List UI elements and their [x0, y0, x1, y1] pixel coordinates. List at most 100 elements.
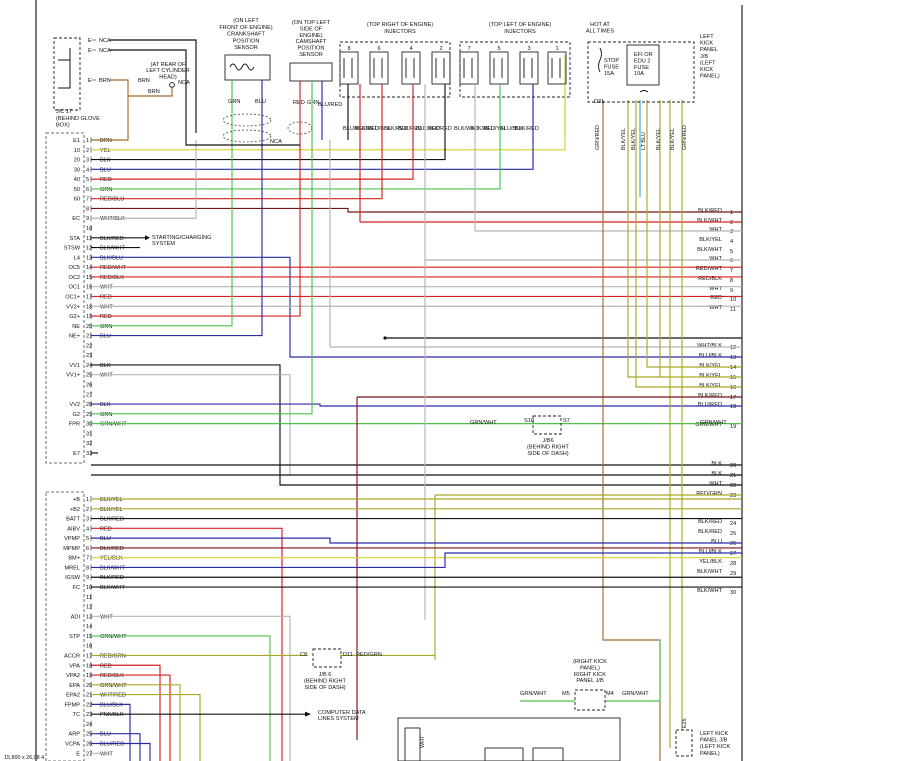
right-pin-number: 23 [730, 493, 736, 499]
ecu-b-terminal: IGSW [65, 575, 81, 581]
ecu-b-pin: 6 [86, 546, 89, 552]
right-wire-color: BLK [711, 471, 722, 477]
bottom-sub-box-2 [484, 747, 524, 761]
ecu-a-terminal: G2+ [69, 314, 80, 320]
ecu-b-pin: 4 [86, 526, 89, 532]
wiring-diagram: E1 1 BRN 10 2 YEL 20 3 BLK 30 4 BLU 40 5 RED 50 6 GRN 60 7 R… [0, 0, 902, 761]
ecu-b-wire-color: BLK/RED [100, 546, 124, 552]
ecu-b-pin: 1 [86, 497, 89, 503]
jc17-label: BOX) [56, 123, 70, 129]
ecu-a-pin: 6 [86, 187, 89, 193]
ecu-a-terminal: OC1+ [65, 294, 80, 300]
ecu-a-terminal: FPR [69, 422, 80, 428]
ecu-b-wire-color: YEL/BLK [100, 556, 123, 562]
crank-shield [222, 113, 272, 127]
injector-number: 3 [527, 46, 530, 52]
kick-label: PANEL) [700, 74, 720, 80]
ecu-a-wire-color: GRN [100, 412, 112, 418]
fuse-wire-label: GRN/RED [682, 125, 688, 150]
right-wire-color: BLK/RED [698, 529, 722, 535]
right-wire-color: WHT [709, 481, 722, 487]
right-pin-number: 18 [730, 404, 736, 410]
rkick-label: PANEL) [580, 665, 600, 671]
right-pin-number: 19 [730, 424, 736, 430]
ecu-b-wire-color: BLK/RED [100, 575, 124, 581]
bottom-sub-box [404, 727, 421, 761]
right-pin-number: 24 [730, 521, 736, 527]
right-pin-number: 27 [730, 551, 736, 557]
knock-note: LEFT CYLINDER [146, 68, 189, 74]
ecu-a-wire-color: GRN [100, 324, 112, 330]
ecu-a-terminal: 40 [74, 177, 80, 183]
fuse-pin-label: D31 [594, 99, 604, 105]
right-wire-color: BLU/BLK [699, 549, 722, 555]
ecu-a-terminal: VV2 [69, 402, 80, 408]
ecu-a-pin: 8 [86, 206, 89, 212]
ecu-b-terminal: MREL [64, 565, 80, 571]
ecu-a-wire-color: BLK/WHT [100, 246, 125, 252]
right-wire-color: WHT/BLK [697, 343, 722, 349]
ecu-a-terminal: E7 [73, 451, 80, 457]
ecu-a-wire-color: GRN/WHT [100, 422, 127, 428]
shield-label: NCA [270, 139, 282, 145]
cam-label: SENSOR [299, 52, 323, 58]
fuse-wire-label: BLK/YEL [631, 128, 637, 150]
jb6-lower-connector [312, 648, 342, 668]
ecu-b-wire-color: WHT [100, 614, 113, 620]
right-wire-color: BLK/RED [698, 519, 722, 525]
ecu-a-pin: 3 [86, 158, 89, 164]
lkick-label: PANEL J/B [700, 738, 728, 744]
injector-coil-icon [551, 58, 561, 78]
kick-label: PANEL [700, 47, 718, 53]
ecu-a-pin: 1 [86, 138, 89, 144]
right-pin-number: 12 [730, 345, 736, 351]
right-wire-color: BLU/BLK [699, 353, 722, 359]
right-wire-color: BLK/RED [698, 208, 722, 214]
ecu-b-wire-color: BLK/WHT [100, 585, 125, 591]
ecu-a-pin: 7 [86, 197, 89, 203]
ecu-a-wire-color: WHT [100, 285, 113, 291]
ecu-b-wire-color: RED/BLK [100, 673, 124, 679]
right-pin-number: 28 [730, 561, 736, 567]
ecu-b-terminal: E [76, 751, 80, 757]
cam-sensor-box [289, 62, 333, 82]
right-pin-number: 5 [730, 249, 733, 255]
rkick-label: (RIGHT KICK [573, 659, 607, 665]
ecu-b-wire-color: BLU [100, 732, 111, 738]
right-pin-number: 3 [730, 229, 733, 235]
cam-label: POSITION [298, 46, 325, 52]
ecu-a-terminal: OC1 [68, 285, 80, 291]
jb6-pin: S7 [563, 418, 570, 424]
inj-left-label: (TOP LEFT OF ENGINE) [489, 22, 552, 28]
mid-wire-label: GRN/WHT [470, 420, 497, 426]
right-pin-number: 4 [730, 239, 733, 245]
ecu-b-terminal: VPA2 [66, 673, 80, 679]
right-pin-number: 26 [730, 541, 736, 547]
jc17-pin: E [88, 78, 92, 84]
computer-arrow [305, 711, 311, 717]
jb6-label: SIDE OF DASH) [527, 451, 568, 457]
ecu-b-terminal: FC [73, 585, 80, 591]
wire-l4 [91, 256, 742, 358]
ecu-a-terminal: 30 [74, 167, 80, 173]
right-wire-color: YEL/BLK [699, 559, 722, 565]
jc17-wire: BRN [99, 78, 111, 84]
rkick-pin: M5 [562, 691, 570, 697]
inj-left-group [459, 41, 571, 98]
jb6-lower-label: SIDE OF DASH) [304, 685, 345, 691]
right-pin-number: 13 [730, 355, 736, 361]
ecu-a-terminal: VV1 [69, 363, 80, 369]
cam-label: ENGINE) [299, 33, 322, 39]
wire-mrel [91, 552, 742, 569]
ecu-a-terminal: OC5 [68, 265, 80, 271]
bottom-sub-box-3 [532, 747, 564, 761]
kick-label: (LEFT [700, 60, 716, 66]
ecu-b-terminal: BM+ [68, 556, 80, 562]
kick-label: LEFT [700, 34, 714, 40]
wire-vv2 [91, 403, 742, 407]
ecu-b-wire-color: GRN/WHT [100, 683, 127, 689]
ecu-b-pin: 9 [86, 575, 89, 581]
wire-nca-2 [110, 49, 300, 146]
right-wire-color: BLK/YEL [699, 373, 722, 379]
jc17-wire: NCA [99, 48, 111, 54]
